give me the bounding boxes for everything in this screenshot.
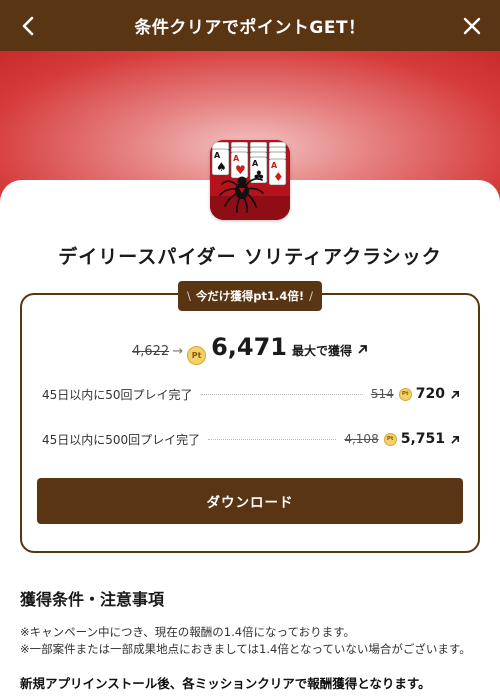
page-title: 条件クリアでポイントGET！ [134,18,366,38]
mission-row: 45日以内に500回プレイ完了 4,108 Pt 5,751 [42,429,460,449]
note-text: ※一部案件または一部成果地点におきましては1.4倍となっていない場合がございます… [20,642,471,656]
dotted-leader [208,438,337,440]
badge-left-slash: \ [186,289,191,303]
arrow-right-icon: → [172,344,184,359]
download-button[interactable]: ダウンロード [37,478,463,524]
svg-text:♦: ♦ [273,170,284,184]
reward-suffix: 最大で獲得 [292,344,353,358]
mission-old-reward: 514 [370,387,394,401]
conditions-notes: ※キャンペーン中につき、現在の報酬の1.4倍になっております。 ※一部案件または… [20,624,480,692]
svg-text:A: A [233,154,240,163]
note-text: 新規アプリインストール後、各ミッションクリアで報酬獲得となります。 [20,676,431,691]
mission-label: 45日以内に500回プレイ完了 [42,432,201,447]
point-coin-icon: Pt [187,346,207,365]
main-reward: 4,622 → Pt 6,471 最大で獲得 [0,333,500,365]
note-text: ※キャンペーン中につき、現在の報酬の1.4倍になっております。 [20,625,355,639]
mission-new-reward: 5,751 [400,431,445,447]
arrow-up-right-icon [450,430,460,449]
point-coin-icon: Pt [383,432,397,446]
svg-text:♣: ♣ [253,169,265,184]
arrow-up-right-icon [357,340,368,359]
back-button[interactable] [14,12,42,40]
header-bar: 条件クリアでポイントGET！ [0,0,500,51]
spider-solitaire-app-icon: A ♠ A ♥ A ♣ A ♦ [210,140,290,220]
arrow-up-right-icon [450,385,460,404]
close-button[interactable] [458,12,486,40]
mission-new-reward: 720 [415,386,445,402]
mission-row: 45日以内に50回プレイ完了 514 Pt 720 [42,384,460,404]
badge-text: 今だけ獲得pt1.4倍! [195,289,305,303]
point-coin-icon: Pt [398,387,412,401]
mission-label: 45日以内に50回プレイ完了 [42,387,193,402]
mission-old-reward: 4,108 [344,432,379,446]
svg-text:A: A [214,151,221,160]
badge-right-slash: / [309,289,314,303]
chevron-left-icon [22,16,34,36]
svg-text:♥: ♥ [235,163,246,177]
app-title: デイリースパイダー ソリティアクラシック [58,246,442,268]
new-reward: 6,471 [211,333,288,361]
close-icon [463,17,481,35]
svg-text:A: A [252,159,259,168]
multiplier-badge: \ 今だけ獲得pt1.4倍! / [178,281,322,311]
svg-text:A: A [271,161,278,170]
old-reward: 4,622 [131,344,170,359]
conditions-title: 獲得条件・注意事項 [20,590,165,609]
dotted-leader [200,393,363,395]
svg-text:♠: ♠ [216,160,227,174]
